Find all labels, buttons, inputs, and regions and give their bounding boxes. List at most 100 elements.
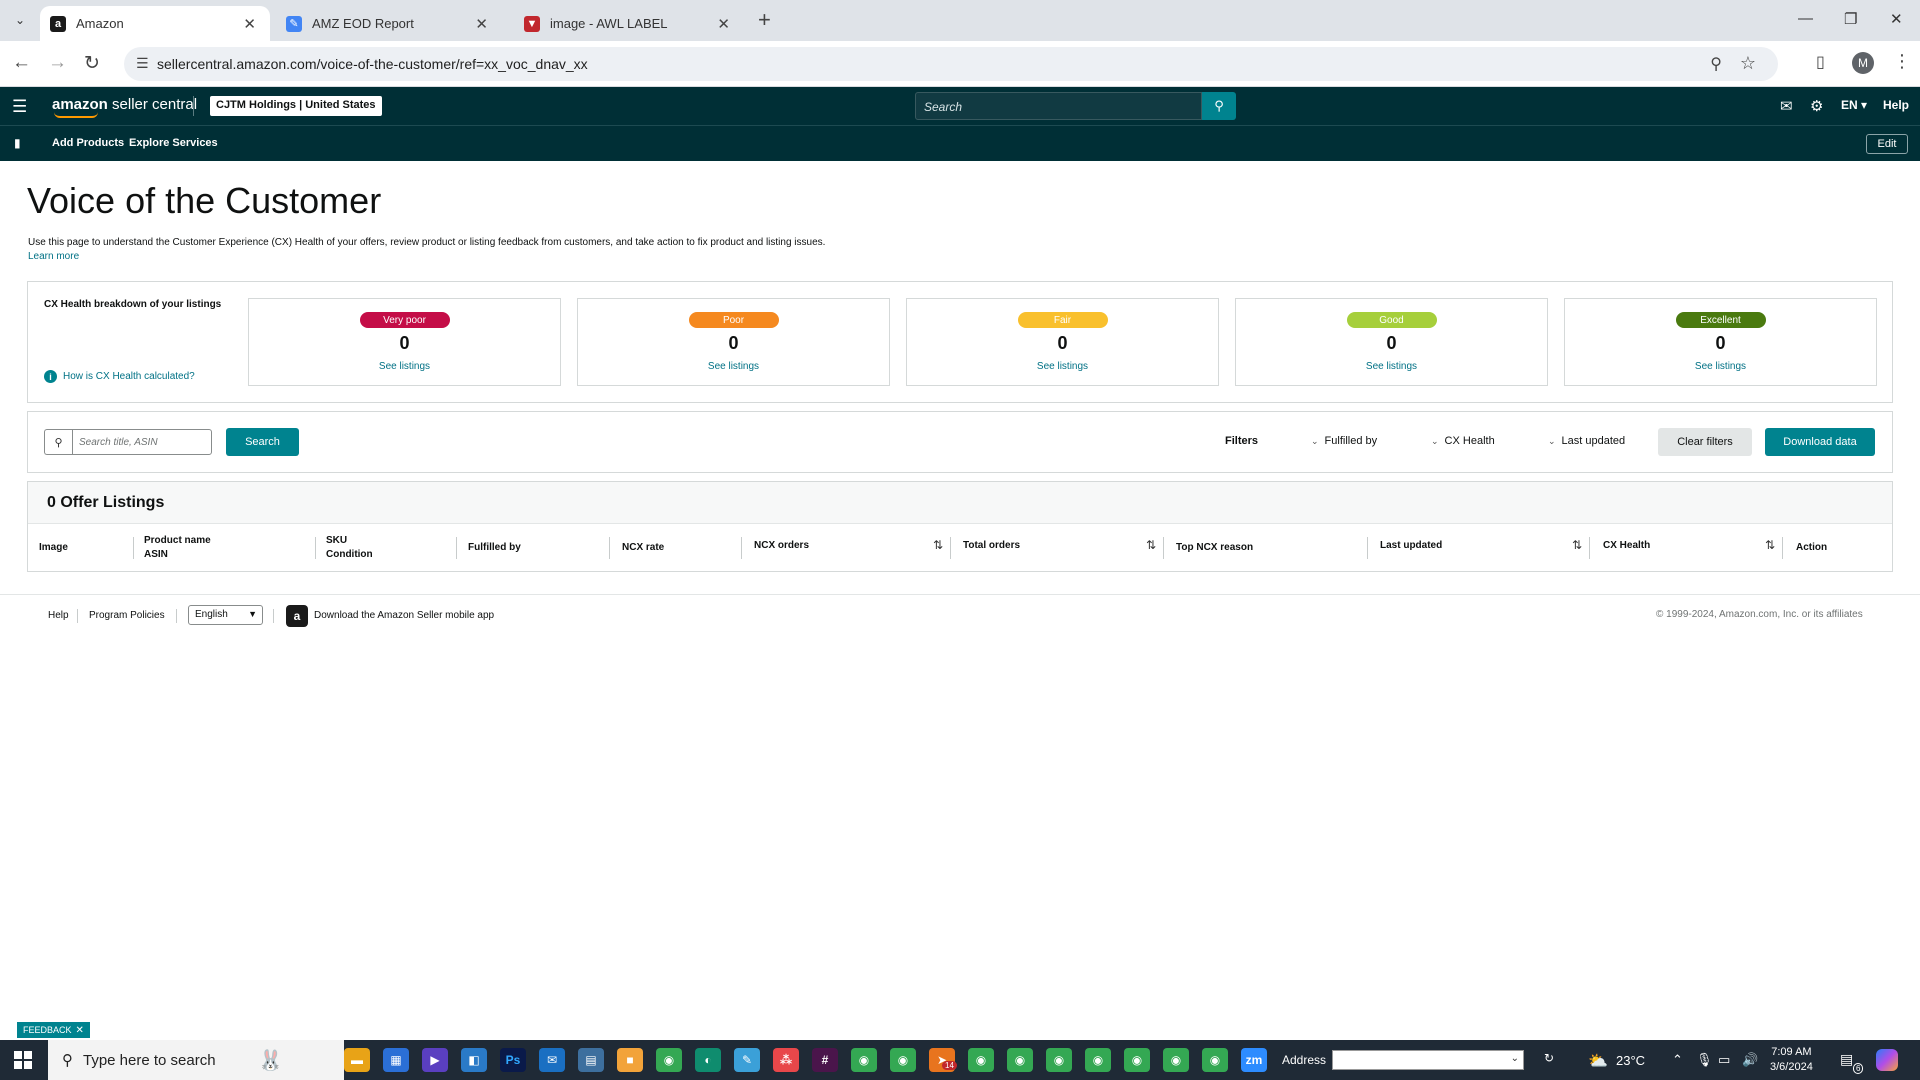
refresh-icon[interactable]: ↻ bbox=[1544, 1051, 1554, 1065]
download-app-link[interactable]: Download the Amazon Seller mobile app bbox=[314, 610, 494, 621]
windows-start-icon[interactable] bbox=[14, 1051, 32, 1069]
tab-amazon[interactable]: a Amazon ✕ bbox=[40, 6, 270, 41]
see-listings-link[interactable]: See listings bbox=[1565, 361, 1876, 372]
see-listings-link[interactable]: See listings bbox=[1236, 361, 1547, 372]
weather-icon[interactable]: ⛅ bbox=[1588, 1051, 1608, 1071]
photoshop-icon[interactable]: Ps bbox=[500, 1048, 526, 1072]
tray-chevron-icon[interactable]: ⌃ bbox=[1672, 1052, 1683, 1068]
microphone-icon[interactable]: 🎙 bbox=[1696, 1052, 1713, 1068]
new-tab-icon[interactable]: + bbox=[758, 9, 771, 31]
zoom-app-icon[interactable]: zm bbox=[1241, 1048, 1267, 1072]
listing-search-button[interactable]: Search bbox=[226, 428, 299, 456]
profile-avatar[interactable]: M bbox=[1852, 52, 1874, 74]
store-icon[interactable]: ▦ bbox=[383, 1048, 409, 1072]
app-icon[interactable]: ◧ bbox=[461, 1048, 487, 1072]
tab-amz-eod-report[interactable]: ✎ AMZ EOD Report ✕ bbox=[276, 6, 502, 41]
temperature[interactable]: 23°C bbox=[1616, 1053, 1645, 1068]
notifications-icon[interactable]: ▤ bbox=[1840, 1051, 1853, 1068]
see-listings-link[interactable]: See listings bbox=[578, 361, 889, 372]
gear-icon[interactable]: ⚙ bbox=[1810, 97, 1823, 115]
column-divider bbox=[1589, 537, 1590, 559]
url-text[interactable]: sellercentral.amazon.com/voice-of-the-cu… bbox=[157, 56, 588, 72]
calculator-icon[interactable]: ▤ bbox=[578, 1048, 604, 1072]
column-image: Image bbox=[39, 542, 68, 553]
chrome-profile-icon[interactable]: ◉ bbox=[851, 1048, 877, 1072]
close-icon[interactable]: ✕ bbox=[76, 1025, 84, 1036]
footer-program-policies-link[interactable]: Program Policies bbox=[89, 610, 165, 621]
mail-icon[interactable]: ✉ bbox=[1780, 97, 1793, 115]
header-search-button[interactable]: ⚲ bbox=[1202, 92, 1236, 120]
merchant-switcher[interactable]: CJTM Holdings | United States bbox=[210, 96, 382, 116]
download-data-button[interactable]: Download data bbox=[1765, 428, 1875, 456]
close-icon[interactable]: ✕ bbox=[717, 15, 730, 33]
minimize-icon[interactable]: — bbox=[1798, 10, 1813, 27]
column-label: SKU bbox=[326, 535, 348, 546]
cx-health-dropdown[interactable]: ⌄ CX Health bbox=[1431, 435, 1495, 447]
window-close-icon[interactable]: ✕ bbox=[1890, 10, 1903, 28]
chrome-profile-icon[interactable]: ◉ bbox=[890, 1048, 916, 1072]
mail-icon[interactable]: ✉ bbox=[539, 1048, 565, 1072]
restore-icon[interactable]: ❐ bbox=[1844, 10, 1857, 28]
listing-search-input[interactable]: Search title, ASIN bbox=[72, 429, 212, 455]
sort-icon[interactable]: ⇅ bbox=[1572, 538, 1582, 552]
learn-more-link[interactable]: Learn more bbox=[28, 251, 79, 262]
side-panel-icon[interactable]: ▯ bbox=[1816, 52, 1825, 72]
cx-health-help-link[interactable]: i How is CX Health calculated? bbox=[44, 370, 195, 383]
tab-search-icon[interactable]: ⌄ bbox=[8, 8, 32, 32]
close-icon[interactable]: ✕ bbox=[475, 15, 488, 33]
chrome-icon[interactable]: ◉ bbox=[656, 1048, 682, 1072]
bookmark-star-icon[interactable]: ☆ bbox=[1740, 53, 1756, 74]
footer-language-select[interactable]: English ▼ bbox=[188, 605, 263, 625]
forward-icon[interactable]: → bbox=[48, 52, 67, 74]
sort-icon[interactable]: ⇅ bbox=[1765, 538, 1775, 552]
language-selector[interactable]: EN ▾ bbox=[1841, 98, 1867, 112]
close-icon[interactable]: ✕ bbox=[243, 15, 256, 33]
media-icon[interactable]: ▶ bbox=[422, 1048, 448, 1072]
folder-icon[interactable]: ■ bbox=[617, 1048, 643, 1072]
volume-icon[interactable]: 🔊 bbox=[1742, 1052, 1758, 1068]
sort-icon[interactable]: ⇅ bbox=[1146, 538, 1156, 552]
see-listings-link[interactable]: See listings bbox=[907, 361, 1218, 372]
feedback-button[interactable]: FEEDBACK ✕ bbox=[17, 1022, 90, 1038]
help-link[interactable]: Help bbox=[1883, 98, 1909, 112]
notes-icon[interactable]: ✎ bbox=[734, 1048, 760, 1072]
back-icon[interactable]: ← bbox=[12, 52, 31, 74]
edge-icon[interactable]: ◐ bbox=[695, 1048, 721, 1072]
network-icon[interactable]: ▭ bbox=[1718, 1052, 1730, 1068]
see-listings-link[interactable]: See listings bbox=[249, 361, 560, 372]
asana-icon[interactable]: ⁂ bbox=[773, 1048, 799, 1072]
slack-icon[interactable]: # bbox=[812, 1048, 838, 1072]
taskbar-search-text: Type here to search bbox=[83, 1051, 216, 1069]
header-search-input[interactable]: Search bbox=[915, 92, 1202, 120]
chrome-profile-icon[interactable]: ◉ bbox=[968, 1048, 994, 1072]
chrome-profile-icon[interactable]: ◉ bbox=[1085, 1048, 1111, 1072]
chrome-profile-icon[interactable]: ◉ bbox=[1202, 1048, 1228, 1072]
site-info-icon[interactable]: ☰ bbox=[136, 55, 149, 72]
omnibox[interactable]: ☰ sellercentral.amazon.com/voice-of-the-… bbox=[124, 47, 1778, 81]
zoom-icon[interactable]: ⚲ bbox=[1710, 54, 1722, 74]
chrome-profile-icon[interactable]: ◉ bbox=[1046, 1048, 1072, 1072]
seller-app-icon[interactable]: a bbox=[286, 605, 308, 627]
clear-filters-button[interactable]: Clear filters bbox=[1658, 428, 1752, 456]
chrome-profile-icon[interactable]: ◉ bbox=[1163, 1048, 1189, 1072]
edit-nav-button[interactable]: Edit bbox=[1866, 134, 1908, 154]
bookmark-icon[interactable]: ▮ bbox=[14, 136, 21, 150]
fulfilled-by-dropdown[interactable]: ⌄ Fulfilled by bbox=[1311, 435, 1377, 447]
file-explorer-icon[interactable]: ▬ bbox=[344, 1048, 370, 1072]
copilot-icon[interactable] bbox=[1876, 1049, 1898, 1071]
clock[interactable]: 7:09 AM 3/6/2024 bbox=[1770, 1045, 1813, 1075]
seller-central-logo[interactable]: amazon seller central bbox=[52, 96, 197, 118]
hamburger-menu-icon[interactable]: ☰ bbox=[12, 97, 27, 117]
tab-awl-label[interactable]: ▼ image - AWL LABEL ✕ bbox=[514, 6, 744, 41]
taskbar-search-box[interactable]: ⚲ Type here to search 🐰 bbox=[48, 1040, 344, 1080]
nav-explore-services[interactable]: Explore Services bbox=[129, 137, 218, 149]
last-updated-dropdown[interactable]: ⌄ Last updated bbox=[1548, 435, 1625, 447]
footer-help-link[interactable]: Help bbox=[48, 610, 69, 621]
nav-add-products[interactable]: Add Products bbox=[52, 137, 124, 149]
taskbar-address-input[interactable]: ⌄ bbox=[1332, 1050, 1524, 1070]
chrome-profile-icon[interactable]: ◉ bbox=[1007, 1048, 1033, 1072]
browser-menu-icon[interactable]: ⋮ bbox=[1893, 51, 1911, 72]
chrome-profile-icon[interactable]: ◉ bbox=[1124, 1048, 1150, 1072]
sort-icon[interactable]: ⇅ bbox=[933, 538, 943, 552]
reload-icon[interactable]: ↻ bbox=[84, 52, 100, 75]
